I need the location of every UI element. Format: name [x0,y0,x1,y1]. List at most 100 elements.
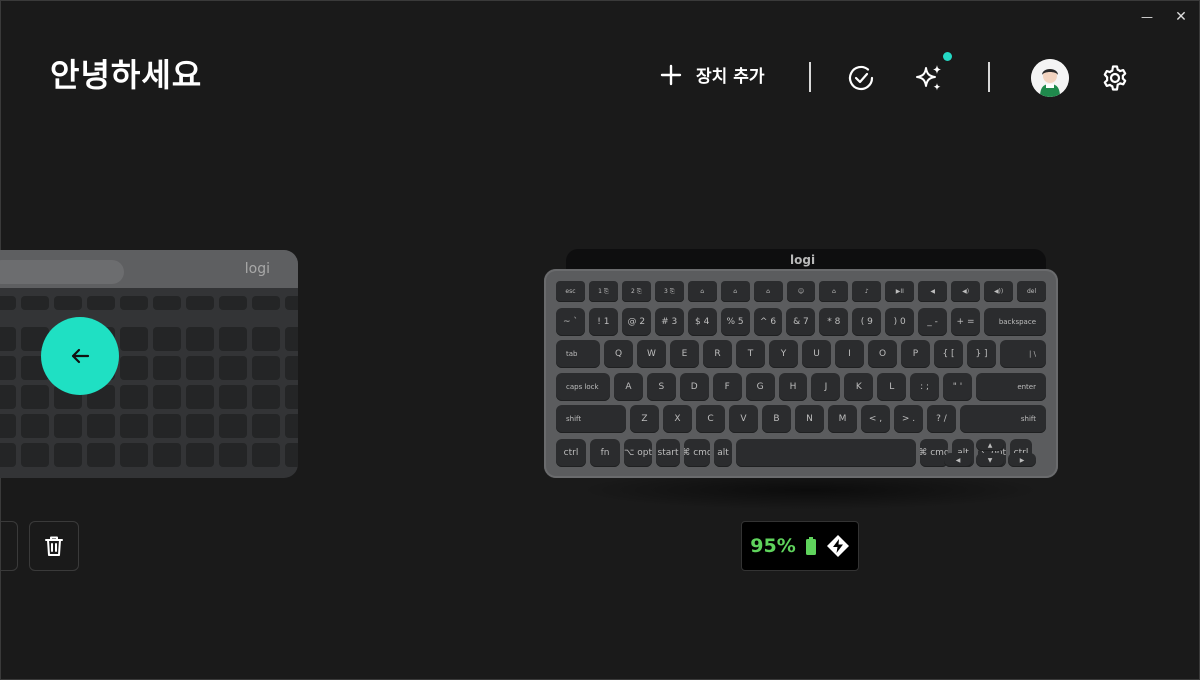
key [252,327,280,351]
previous-keyboard-keys [0,296,298,468]
key [186,356,214,380]
delete-device-button[interactable] [29,521,79,571]
logi-bolt-icon [826,535,849,557]
key [54,443,82,467]
battery-percentage: 95% [750,535,796,557]
add-device-button[interactable]: 장치 추가 [660,62,764,87]
key [0,385,16,409]
key: Q [604,340,633,368]
key: ? / [927,405,956,433]
key: ◀) [951,281,981,302]
key [186,327,214,351]
key: * 8 [819,308,849,336]
current-device-keyboard[interactable]: esc 1 ⎘ 2 ⎘ 3 ⎘ ⌂ ⌂ ⌂ ☺ ⌂ ♪ ▶II ◀ ◀) ◀)) del ~ `! 1 @ 2 #… [544,269,1058,478]
key [219,443,247,467]
avatar[interactable] [1031,59,1069,97]
key [120,385,148,409]
key [285,296,298,310]
device-action-button[interactable] [0,521,18,571]
key [120,443,148,467]
key [87,414,115,438]
key: D [679,373,709,401]
key [0,414,16,438]
key: ◀)) [984,281,1014,302]
key [252,385,280,409]
key [21,296,49,310]
key: ⌥ opt [624,439,652,467]
back-button[interactable] [41,317,119,395]
key: W [637,340,666,368]
key: P [901,340,930,368]
key: % 5 [720,308,750,336]
key [0,443,16,467]
key: caps lock [556,373,610,401]
key [186,443,214,467]
key: V [729,405,758,433]
key: ) 0 [885,308,915,336]
add-device-label: 장치 추가 [696,67,765,87]
key: ⌂ [687,281,717,302]
key [252,414,280,438]
key: shift [556,405,626,433]
key: ⌂ [753,281,783,302]
key: C [696,405,725,433]
battery-icon [805,537,816,555]
key [153,443,181,467]
key: shift [960,405,1046,433]
trash-icon [45,536,63,556]
key: S [646,373,676,401]
key: start [656,439,680,467]
key: alt [714,439,732,467]
key: < , [861,405,890,433]
settings-button[interactable] [1097,60,1133,96]
notification-dot [943,52,952,61]
key: ⌂ [819,281,849,302]
arrow-left-icon [71,348,90,364]
key: N [795,405,824,433]
ai-features-button[interactable] [911,60,947,96]
key [120,356,148,380]
header-divider [988,62,990,92]
header-divider [809,62,811,92]
key [87,443,115,467]
battery-status: 95% [741,521,859,571]
key: ( 9 [852,308,882,336]
key: : ; [910,373,940,401]
close-button[interactable]: ✕ [1166,4,1196,30]
key: K [844,373,874,401]
key: ♪ [852,281,882,302]
avatar-image [1031,59,1069,97]
key: J [811,373,841,401]
brand-logo: logi [244,261,270,277]
key [252,443,280,467]
plus-icon [660,64,682,85]
key: T [736,340,765,368]
key: { [ [934,340,963,368]
key [153,296,181,310]
key [285,443,298,467]
key: ⌘ cmd [684,439,710,467]
key [120,327,148,351]
key [54,296,82,310]
key: ! 1 [588,308,618,336]
sparkles-icon [916,65,941,91]
key [120,296,148,310]
key: G [745,373,775,401]
key [0,296,16,310]
key: fn [590,439,620,467]
minimize-button[interactable]: — [1132,4,1162,30]
key [0,356,16,380]
key [0,327,16,351]
key: R [703,340,732,368]
key: Y [769,340,798,368]
key: ▼ [976,453,1004,467]
key: tab [556,340,600,368]
key [153,356,181,380]
key: ~ ` [556,308,585,336]
updates-button[interactable] [843,60,879,96]
key [285,356,298,380]
minimize-icon: — [1141,10,1153,24]
key [285,385,298,409]
key [153,385,181,409]
key: & 7 [786,308,816,336]
